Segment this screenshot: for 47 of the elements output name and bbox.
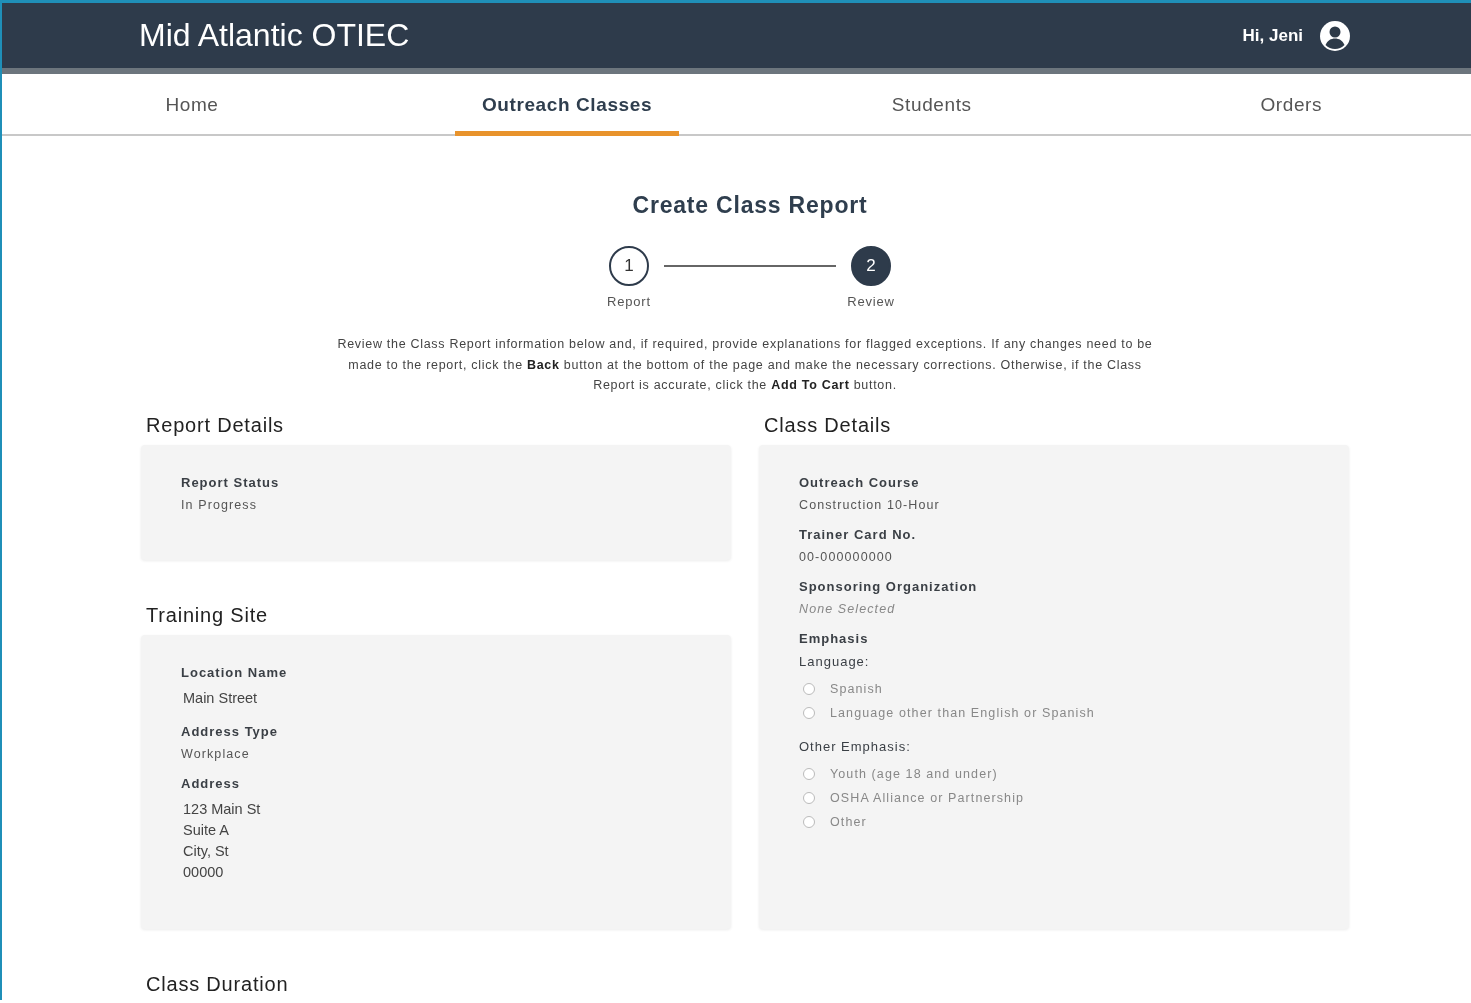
field-value: None Selected bbox=[799, 601, 897, 616]
field-value: Workplace bbox=[181, 746, 251, 761]
nav-tab[interactable]: Orders bbox=[1111, 74, 1471, 136]
nav-tab[interactable]: Students bbox=[752, 74, 1112, 136]
field-label: Location Name bbox=[181, 664, 289, 680]
section-title: Class Duration bbox=[146, 972, 290, 996]
option-label: Other bbox=[830, 814, 867, 829]
step-circle: 1 bbox=[609, 246, 649, 286]
field-label: Address Type bbox=[181, 723, 279, 739]
option-label: Language other than English or Spanish bbox=[830, 705, 1095, 720]
option-label: OSHA Alliance or Partnership bbox=[830, 790, 1025, 805]
section-title: Class Details bbox=[764, 413, 893, 437]
field-label: Address bbox=[181, 775, 242, 791]
site-title: Mid Atlantic OTIEC bbox=[139, 17, 410, 54]
option-label: Youth (age 18 and under) bbox=[830, 766, 998, 781]
nav-tab[interactable]: Home bbox=[2, 74, 382, 136]
field-value: In Progress bbox=[181, 497, 259, 512]
radio-button[interactable] bbox=[803, 767, 815, 780]
field-label: Outreach Course bbox=[799, 474, 921, 490]
field-value: Construction 10-Hour bbox=[799, 497, 941, 512]
group-label: Language: bbox=[799, 653, 871, 669]
user-avatar-icon[interactable] bbox=[1319, 19, 1351, 52]
field-value: 00000 bbox=[183, 862, 225, 882]
field-value: 00-000000000 bbox=[799, 549, 894, 564]
field-label: Trainer Card No. bbox=[799, 526, 918, 542]
field-value: Main Street bbox=[183, 688, 259, 708]
step-label: Review bbox=[847, 294, 895, 309]
radio-button[interactable] bbox=[803, 706, 815, 719]
field-value: 123 Main St bbox=[183, 799, 262, 819]
radio-button[interactable] bbox=[803, 682, 815, 695]
radio-button[interactable] bbox=[803, 791, 815, 804]
section-title: Training Site bbox=[146, 603, 269, 627]
section-title: Report Details bbox=[146, 413, 285, 437]
field-label: Emphasis bbox=[799, 630, 870, 646]
field-label: Report Status bbox=[181, 474, 281, 490]
user-greeting: Hi, Jeni bbox=[1242, 25, 1303, 46]
step-circle: 2 bbox=[851, 246, 891, 286]
step-label: Report bbox=[607, 294, 651, 309]
option-label: Spanish bbox=[830, 681, 883, 696]
instructions-text: Review the Class Report information below and, if required, provide explanations for flagged exceptions. If any changes need to be made to the report, click the Back button at the bottom of the page and make the necessary corrections. Otherwise, if the Class Report is accurate, click the Add To Cart button. bbox=[336, 336, 1154, 394]
radio-button[interactable] bbox=[803, 815, 815, 828]
page-title: Create Class Report bbox=[631, 192, 869, 219]
group-label: Other Emphasis: bbox=[799, 738, 912, 754]
field-value: City, St bbox=[183, 841, 230, 861]
field-label: Sponsoring Organization bbox=[799, 578, 979, 594]
field-value: Suite A bbox=[183, 820, 230, 840]
nav-tab[interactable]: Outreach Classes bbox=[455, 74, 679, 136]
